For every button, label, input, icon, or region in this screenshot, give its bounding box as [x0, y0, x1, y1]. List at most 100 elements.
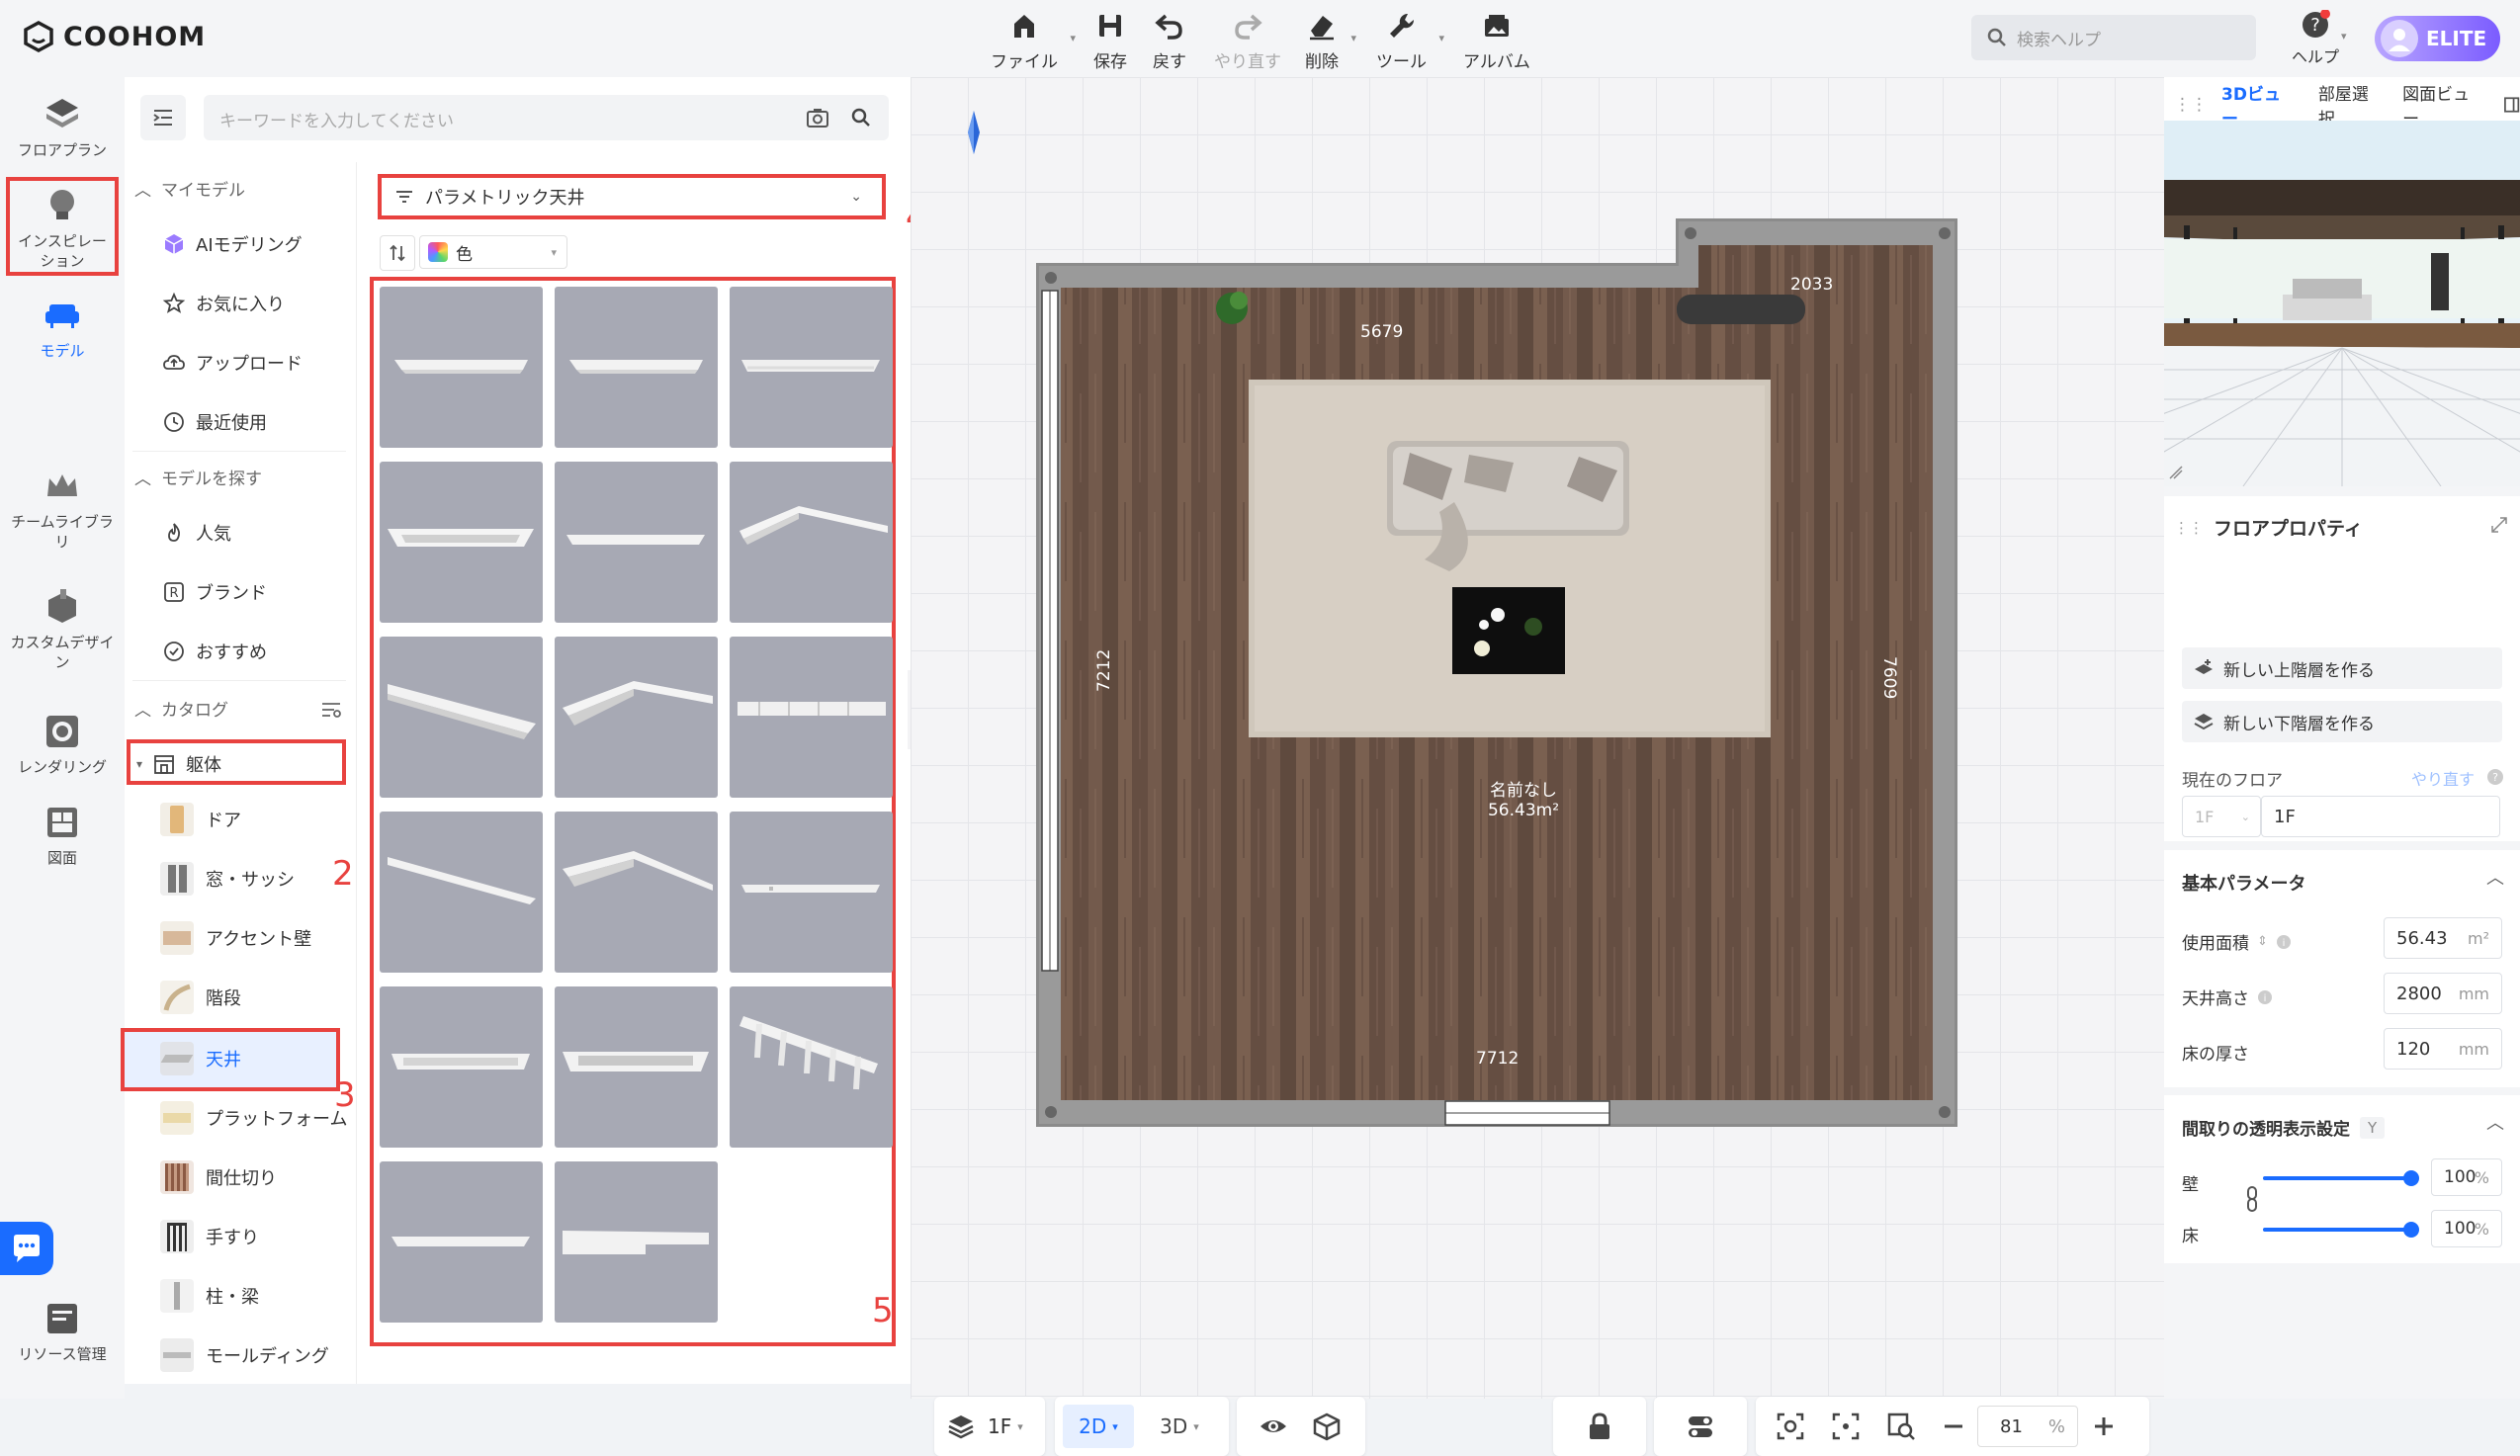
model-thumbnail[interactable] — [380, 1161, 543, 1323]
collapse-menu-button[interactable] — [140, 95, 186, 140]
catalog-item-handrail[interactable]: 手すり — [160, 1220, 259, 1253]
create-lower-floor-button[interactable]: 新しい下階層を作る — [2182, 701, 2502, 742]
model-thumbnail[interactable] — [555, 812, 718, 973]
lock-icon[interactable] — [1585, 1412, 1614, 1441]
floor-redo-link[interactable]: やり直す — [2411, 766, 2475, 790]
drag-handle-icon[interactable]: ⋮⋮ — [2174, 95, 2208, 115]
slider-handle[interactable] — [2403, 1170, 2419, 1186]
account-plan-badge[interactable]: ELITE — [2375, 16, 2501, 61]
floorplan-canvas[interactable]: 5679 2033 7212 7609 7712 名前なし 56.43m² 1F… — [911, 77, 2164, 1456]
help-search-input[interactable]: 検索ヘルプ — [1971, 15, 2256, 60]
room-label[interactable]: 名前なし 56.43m² — [1464, 781, 1583, 820]
nav-item-favorites[interactable]: お気に入り — [162, 291, 285, 316]
wall-opacity-slider[interactable] — [2263, 1170, 2419, 1186]
redo-button[interactable]: やり直す — [1214, 10, 1281, 72]
chat-support-button[interactable] — [0, 1222, 53, 1275]
model-thumbnail[interactable] — [380, 287, 543, 448]
model-thumbnail[interactable] — [555, 462, 718, 623]
eye-icon[interactable] — [1259, 1412, 1288, 1441]
chevron-up-icon[interactable]: ︿ — [2486, 1109, 2504, 1135]
rail-item-model-active[interactable]: モデル — [0, 295, 125, 361]
sort-button[interactable] — [380, 235, 415, 271]
explore-header[interactable]: ︿ モデルを探す — [134, 465, 262, 489]
floor-thickness-input[interactable]: 120 mm — [2384, 1028, 2502, 1070]
catalog-item-door[interactable]: ドア — [160, 803, 241, 836]
chevron-up-icon[interactable]: ︿ — [2486, 864, 2504, 890]
3d-preview-image[interactable] — [2164, 121, 2520, 486]
zoom-in-icon[interactable] — [2092, 1414, 2116, 1438]
my-models-header[interactable]: ︿ マイモデル — [134, 176, 245, 201]
color-filter-select[interactable]: 色 ▾ — [419, 235, 567, 269]
model-thumbnail[interactable] — [380, 462, 543, 623]
floor-name-input[interactable]: 1F — [2261, 796, 2500, 837]
rail-item-team-library[interactable]: チームライブラリ — [0, 467, 125, 552]
model-search-input[interactable]: キーワードを入力してください — [204, 95, 889, 140]
file-menu-button[interactable]: ファイル ▾ — [991, 10, 1076, 72]
catalog-filter-icon[interactable] — [320, 700, 342, 720]
model-thumbnail[interactable] — [730, 986, 893, 1148]
catalog-item-molding[interactable]: モールディング — [160, 1338, 329, 1372]
floor-level-select[interactable]: 1F ⌄ — [2182, 796, 2261, 837]
nav-item-recent[interactable]: 最近使用 — [162, 409, 267, 435]
save-button[interactable]: 保存 — [1093, 10, 1127, 72]
model-thumbnail[interactable] — [730, 812, 893, 973]
album-button[interactable]: アルバム — [1463, 10, 1530, 72]
catalog-item-accent-wall[interactable]: アクセント壁 — [160, 921, 311, 955]
zoom-input[interactable]: 81 % — [1977, 1406, 2078, 1447]
app-logo[interactable]: COOHOM — [22, 20, 206, 53]
nav-item-ai-modeling[interactable]: AIモデリング — [162, 231, 303, 257]
nav-item-popular[interactable]: 人気 — [162, 520, 231, 546]
floor-opacity-input[interactable]: 100 % — [2431, 1210, 2502, 1247]
rail-item-custom-design[interactable]: カスタムデザイン — [0, 587, 125, 672]
catalog-item-partition[interactable]: 間仕切り — [160, 1160, 277, 1194]
nav-item-brand[interactable]: R ブランド — [162, 579, 267, 605]
cube-view-icon[interactable] — [1312, 1412, 1342, 1441]
nav-item-recommended[interactable]: おすすめ — [162, 639, 267, 664]
create-upper-floor-button[interactable]: 新しい上階層を作る — [2182, 647, 2502, 689]
fit-view-icon[interactable] — [1776, 1412, 1805, 1441]
focus-frame-icon[interactable] — [1831, 1412, 1861, 1441]
delete-menu-button[interactable]: 削除 ▾ — [1305, 10, 1356, 72]
undo-button[interactable]: 戻す — [1153, 10, 1186, 72]
zoom-out-icon[interactable] — [1942, 1414, 1965, 1438]
model-thumbnail[interactable] — [555, 637, 718, 798]
floor-selector[interactable]: 1F ▾ — [934, 1397, 1045, 1456]
model-thumbnail[interactable] — [380, 986, 543, 1148]
model-thumbnail[interactable] — [380, 812, 543, 973]
link-chain-icon[interactable] — [2245, 1184, 2259, 1214]
view-2d-button[interactable]: 2D ▾ — [1063, 1405, 1134, 1448]
parametric-type-dropdown[interactable]: パラメトリック天井 ⌄ — [384, 180, 878, 214]
search-icon[interactable] — [851, 108, 871, 128]
rail-item-floorplan[interactable]: フロアプラン — [0, 95, 125, 160]
catalog-root-structure[interactable]: ▾ 躯体 — [136, 751, 221, 777]
toggle-settings-icon[interactable] — [1686, 1412, 1715, 1441]
nav-item-upload[interactable]: アップロード — [162, 350, 303, 376]
model-thumbnail[interactable] — [380, 637, 543, 798]
catalog-item-stairs[interactable]: 階段 — [160, 981, 241, 1014]
ceiling-height-input[interactable]: 2800 mm — [2384, 973, 2502, 1014]
model-thumbnail[interactable] — [730, 462, 893, 623]
drag-handle-icon[interactable]: ⋮⋮ — [2174, 519, 2204, 537]
tools-menu-button[interactable]: ツール ▾ — [1376, 10, 1444, 72]
catalog-item-window[interactable]: 窓・サッシ — [160, 862, 295, 896]
slider-handle[interactable] — [2403, 1222, 2419, 1238]
expand-icon[interactable] — [2490, 516, 2508, 534]
floor-opacity-slider[interactable] — [2263, 1222, 2419, 1238]
model-thumbnail[interactable] — [730, 287, 893, 448]
model-thumbnail[interactable] — [555, 986, 718, 1148]
panel-layout-icon[interactable] — [2503, 96, 2520, 114]
rail-item-resource-management[interactable]: リソース管理 — [0, 1299, 125, 1364]
catalog-item-column-beam[interactable]: 柱・梁 — [160, 1279, 259, 1313]
rail-item-rendering[interactable]: レンダリング — [0, 712, 125, 777]
model-thumbnail[interactable] — [555, 287, 718, 448]
zoom-area-icon[interactable] — [1886, 1412, 1916, 1441]
rail-item-drawing[interactable]: 図面 — [0, 803, 125, 868]
wall-opacity-input[interactable]: 100 % — [2431, 1158, 2502, 1196]
sort-toggle-icon[interactable]: ⇕ — [2257, 934, 2268, 949]
help-button[interactable]: ? ヘルプ — [2292, 10, 2339, 67]
catalog-item-platform[interactable]: プラットフォーム — [160, 1101, 347, 1135]
area-input[interactable]: 56.43 m² — [2384, 917, 2502, 959]
camera-search-icon[interactable] — [807, 108, 828, 128]
model-thumbnail[interactable] — [730, 637, 893, 798]
view-3d-button[interactable]: 3D ▾ — [1144, 1405, 1215, 1448]
